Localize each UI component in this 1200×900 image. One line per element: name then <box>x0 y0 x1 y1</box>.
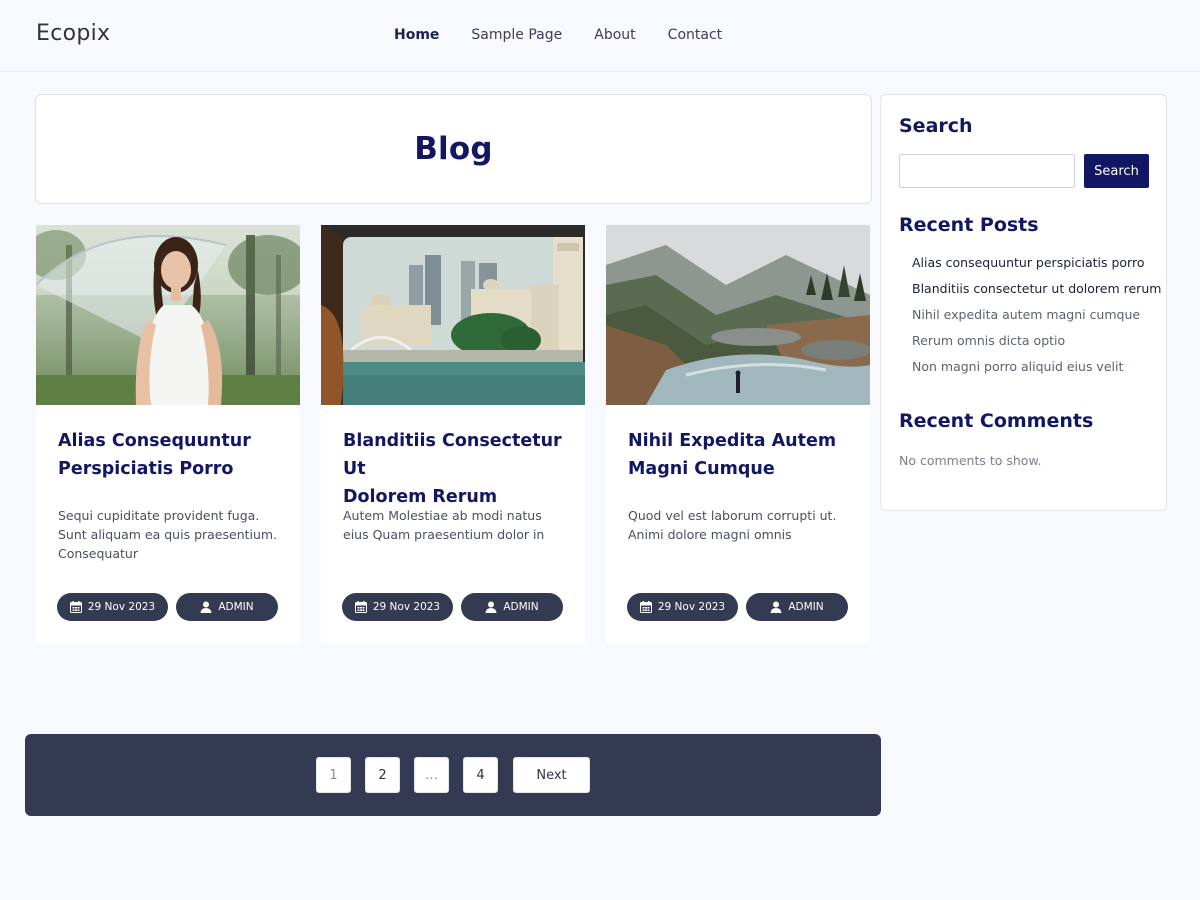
post-excerpt: Quod vel est laborum corrupti ut. Animi … <box>628 508 837 542</box>
search-button[interactable]: Search <box>1084 154 1149 188</box>
main-nav: Home Sample Page About Contact <box>394 27 722 43</box>
post-title-line[interactable]: Blanditiis Consectetur Ut <box>343 431 562 479</box>
page-title: Blog <box>414 131 493 167</box>
post-card: Nihil Expedita Autem Magni Cumque Quod v… <box>606 225 870 643</box>
post-title-line[interactable]: Nihil Expedita Autem <box>628 431 836 451</box>
recent-post-item: Rerum omnis dicta optio <box>912 333 1161 359</box>
page-title-card: Blog <box>35 94 872 204</box>
post-card: Alias Consequuntur Perspiciatis Porro Se… <box>36 225 300 643</box>
recent-post-link[interactable]: Blanditiis consectetur ut dolorem rerum <box>912 281 1161 296</box>
sidebar: Search Search Recent Posts Alias consequ… <box>880 94 1167 511</box>
post-title-line[interactable]: Dolorem Rerum <box>343 487 497 507</box>
recent-posts-title: Recent Posts <box>899 214 1039 236</box>
calendar-icon <box>354 601 367 613</box>
post-title-line[interactable]: Magni Cumque <box>628 459 775 479</box>
nav-about[interactable]: About <box>594 27 635 43</box>
pagination: 1 2 … 4 Next <box>25 734 881 816</box>
recent-post-link[interactable]: Non magni porro aliquid eius velit <box>912 359 1123 374</box>
no-comments-text: No comments to show. <box>899 453 1042 468</box>
user-icon <box>200 601 212 613</box>
recent-post-link[interactable]: Nihil expedita autem magni cumque <box>912 307 1140 322</box>
city-river-photo <box>321 225 585 405</box>
post-image[interactable] <box>36 225 300 405</box>
recent-posts-list: Alias consequuntur perspiciatis porro Bl… <box>912 255 1161 385</box>
recent-comments-title: Recent Comments <box>899 410 1094 432</box>
post-excerpt: Autem Molestiae ab modi natus eius Quam … <box>343 508 545 542</box>
search-widget-title: Search <box>899 115 973 137</box>
recent-post-item: Nihil expedita autem magni cumque <box>912 307 1161 333</box>
recent-post-item: Non magni porro aliquid eius velit <box>912 359 1161 385</box>
calendar-icon <box>69 601 82 613</box>
post-date: 29 Nov 2023 <box>87 601 156 613</box>
post-date-badge[interactable]: 29 Nov 2023 <box>342 593 453 621</box>
recent-post-link[interactable]: Rerum omnis dicta optio <box>912 333 1065 348</box>
recent-post-link[interactable]: Alias consequuntur perspiciatis porro <box>912 255 1145 270</box>
post-title[interactable]: Nihil Expedita Autem Magni Cumque <box>628 427 856 483</box>
next-page-button[interactable]: Next <box>513 757 590 793</box>
page-4-button[interactable]: 4 <box>463 757 498 793</box>
site-logo[interactable]: Ecopix <box>36 21 110 46</box>
recent-post-item: Alias consequuntur perspiciatis porro <box>912 255 1161 281</box>
user-icon <box>485 601 497 613</box>
post-author-badge[interactable]: ADMIN <box>746 593 848 621</box>
post-image[interactable] <box>606 225 870 405</box>
post-excerpt: Sequi cupiditate provident fuga. Sunt al… <box>58 508 278 561</box>
woman-with-umbrella-photo <box>36 225 300 405</box>
post-date-badge[interactable]: 29 Nov 2023 <box>627 593 738 621</box>
post-date: 29 Nov 2023 <box>657 601 726 613</box>
user-icon <box>770 601 782 613</box>
site-header: Ecopix Home Sample Page About Contact <box>0 0 1200 72</box>
post-author: ADMIN <box>788 601 824 613</box>
page-ellipsis: … <box>414 757 449 793</box>
post-title-line[interactable]: Alias Consequuntur <box>58 431 251 451</box>
calendar-icon <box>639 601 652 613</box>
post-title-line[interactable]: Perspiciatis Porro <box>58 459 233 479</box>
search-input[interactable] <box>899 154 1075 188</box>
nav-sample-page[interactable]: Sample Page <box>471 27 562 43</box>
post-author-badge[interactable]: ADMIN <box>176 593 278 621</box>
post-author: ADMIN <box>218 601 254 613</box>
page-2-button[interactable]: 2 <box>365 757 400 793</box>
post-author: ADMIN <box>503 601 539 613</box>
post-date-badge[interactable]: 29 Nov 2023 <box>57 593 168 621</box>
post-image[interactable] <box>321 225 585 405</box>
post-title[interactable]: Blanditiis Consectetur Ut Dolorem Rerum <box>343 427 571 511</box>
post-date: 29 Nov 2023 <box>372 601 441 613</box>
post-title[interactable]: Alias Consequuntur Perspiciatis Porro <box>58 427 286 483</box>
mountain-river-photo <box>606 225 870 405</box>
post-card: Blanditiis Consectetur Ut Dolorem Rerum … <box>321 225 585 643</box>
post-author-badge[interactable]: ADMIN <box>461 593 563 621</box>
page-1-button[interactable]: 1 <box>316 757 351 793</box>
nav-contact[interactable]: Contact <box>668 27 722 43</box>
nav-home[interactable]: Home <box>394 27 439 43</box>
recent-post-item: Blanditiis consectetur ut dolorem rerum <box>912 281 1161 307</box>
